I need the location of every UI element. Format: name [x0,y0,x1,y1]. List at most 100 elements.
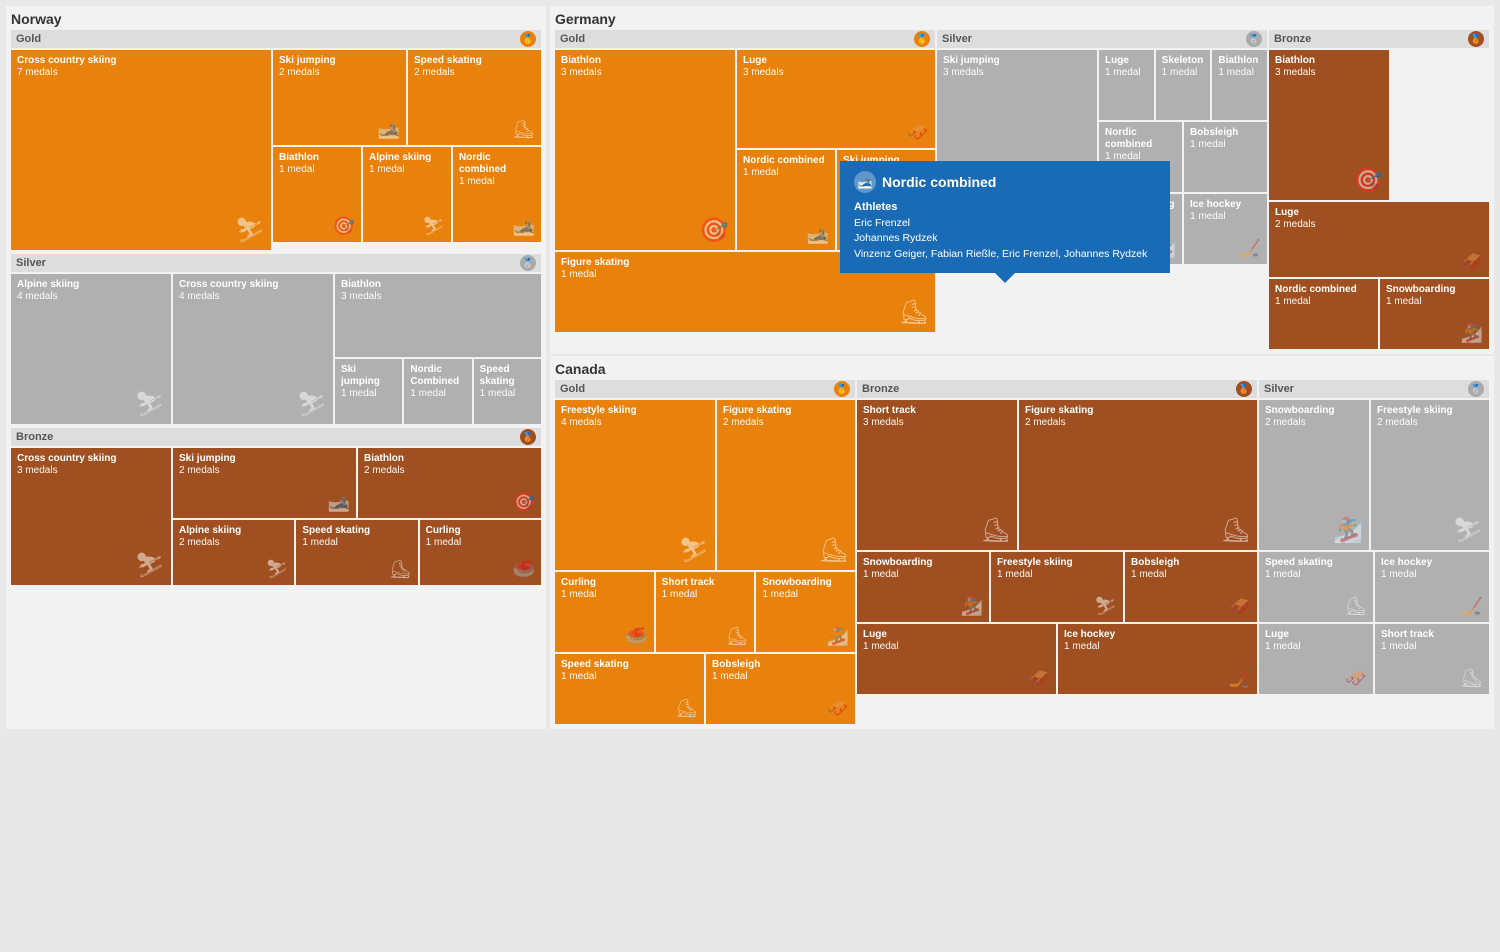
tile-ca-bronze-snowboard[interactable]: Snowboarding 1 medal 🏂 [857,552,989,622]
tile-ca-gold-short-track[interactable]: Short track 1 medal ⛸ [656,572,755,652]
ca-bronze-icon: 🥉 [1236,381,1252,397]
norway-bronze-header: Bronze 🥉 [11,428,541,446]
norway-bronze-bottom-row: Alpine skiing 2 medals ⛷ Speed skating 1… [173,520,541,585]
canada-silver-tiles: Snowboarding 2 medals 🏂 Freestyle skiing… [1259,400,1489,550]
tile-norway-silver-cross[interactable]: Cross country skiing 4 medals ⛷ [173,274,333,424]
tooltip-label: Athletes [854,199,1156,216]
tile-norway-bronze-speed[interactable]: Speed skating 1 medal ⛸ [296,520,417,585]
norway-bronze-right: Ski jumping 2 medals 🎿 Biathlon 2 medals… [173,448,541,585]
tile-de-silver-hockey[interactable]: Ice hockey 1 medal 🏒 [1184,194,1267,264]
norway-silver-right: Biathlon 3 medals Ski jumping 1 medal No… [335,274,541,424]
tooltip-athletes: Eric Frenzel Johannes Rydzek Vinzenz Gei… [854,216,1156,263]
canada-bronze-tiles: Short track 3 medals ⛸ Figure skating 2 … [857,400,1257,550]
tile-ca-gold-freestyle[interactable]: Freestyle skiing 4 medals ⛷ [555,400,715,570]
tile-norway-bronze-ski-jump[interactable]: Ski jumping 2 medals 🎿 [173,448,356,518]
norway-silver-header: Silver 🥈 [11,254,541,272]
tile-ca-silver-luge[interactable]: Luge 1 medal 🛷 [1259,624,1373,694]
tile-norway-gold-cross-country[interactable]: Cross country skiing 7 medals ⛷ [11,50,271,250]
canada-gold-section: Gold 🥇 Freestyle skiing 4 medals ⛷ Figur… [555,380,855,724]
canada-silver-bottom2: Luge 1 medal 🛷 Short track 1 medal ⛸ [1259,624,1489,694]
tile-de-gold-luge[interactable]: Luge 3 medals 🛷 [737,50,935,148]
de-bronze-icon: 🥉 [1468,31,1484,47]
ca-silver-icon: 🥈 [1468,381,1484,397]
germany-title: Germany [555,11,1489,27]
tile-de-bronze-nordic[interactable]: Nordic combined 1 medal [1269,279,1378,349]
tile-ca-bronze-freestyle[interactable]: Freestyle skiing 1 medal ⛷ [991,552,1123,622]
tile-ca-bronze-short-track[interactable]: Short track 3 medals ⛸ [857,400,1017,550]
cross-bronze-icon: ⛷ [135,551,165,580]
tile-ca-silver-snowboard[interactable]: Snowboarding 2 medals 🏂 [1259,400,1369,550]
norway-gold-top-row: Ski jumping 2 medals 🎿 Speed skating 2 m… [273,50,541,145]
tile-ca-silver-speed[interactable]: Speed skating 1 medal ⛸ [1259,552,1373,622]
cross-silver-icon: ⛷ [297,390,327,419]
tile-norway-silver-nordic[interactable]: Nordic Combined 1 medal [404,359,471,424]
tile-ca-bronze-luge[interactable]: Luge 1 medal 🛷 [857,624,1056,694]
germany-gold-header: Gold 🥇 [555,30,935,48]
tile-norway-silver-biathlon[interactable]: Biathlon 3 medals [335,274,541,357]
tile-norway-gold-biathlon[interactable]: Biathlon 1 medal 🎯 [273,147,361,242]
norway-gold-bottom-row: Biathlon 1 medal 🎯 Alpine skiing 1 medal… [273,147,541,242]
tile-ca-gold-figure[interactable]: Figure skating 2 medals ⛸ [717,400,855,570]
tile-de-silver-skeleton[interactable]: Skeleton 1 medal [1156,50,1211,120]
canada-silver-header: Silver 🥈 [1259,380,1489,398]
canada-gold-tiles: Freestyle skiing 4 medals ⛷ Figure skati… [555,400,855,570]
norway-title: Norway [11,11,541,27]
canada-title: Canada [555,361,1489,377]
tile-ca-silver-hockey[interactable]: Ice hockey 1 medal 🏒 [1375,552,1489,622]
alpine-silver-icon: ⛷ [135,390,165,419]
tile-ca-bronze-bobsleigh[interactable]: Bobsleigh 1 medal 🛷 [1125,552,1257,622]
tile-ca-silver-short-track[interactable]: Short track 1 medal ⛸ [1375,624,1489,694]
de-gold-icon: 🥇 [914,31,930,47]
tile-ca-bronze-hockey[interactable]: Ice hockey 1 medal 🏒 [1058,624,1257,694]
tile-ca-gold-curling[interactable]: Curling 1 medal 🥌 [555,572,654,652]
tile-norway-gold-speed-skating[interactable]: Speed skating 2 medals ⛸ [408,50,541,145]
de-silver-icon: 🥈 [1246,31,1262,47]
tile-norway-gold-alpine[interactable]: Alpine skiing 1 medal ⛷ [363,147,451,242]
tile-de-bronze-biathlon[interactable]: Biathlon 3 medals 🎯 [1269,50,1389,200]
tile-ca-bronze-figure[interactable]: Figure skating 2 medals ⛸ [1019,400,1257,550]
gold-medal-icon: 🥇 [520,31,536,47]
norway-bronze-tiles: Cross country skiing 3 medals ⛷ Ski jump… [11,448,541,585]
canada-silver-bottom: Speed skating 1 medal ⛸ Ice hockey 1 med… [1259,552,1489,622]
tile-norway-silver-speed[interactable]: Speed skating 1 medal [474,359,541,424]
ski-jumping-icon: 🎿 [378,119,400,140]
tile-norway-bronze-alpine[interactable]: Alpine skiing 2 medals ⛷ [173,520,294,585]
tile-ca-silver-freestyle[interactable]: Freestyle skiing 2 medals ⛷ [1371,400,1489,550]
top-row: Norway Gold 🥇 Cross country skiing 7 med… [6,6,1494,729]
tile-norway-gold-nordic-combined[interactable]: Nordic combined 1 medal 🎿 [453,147,541,242]
canada-panel: Canada Gold 🥇 Freestyle skiing 4 medals [550,356,1494,729]
silver-medal-icon: 🥈 [520,255,536,271]
tile-norway-bronze-biathlon[interactable]: Biathlon 2 medals 🎯 [358,448,541,518]
norway-gold-header: Gold 🥇 [11,30,541,48]
tooltip-sport-title: 🎿 Nordic combined [854,171,1156,193]
nordic-combined-tooltip[interactable]: 🎿 Nordic combined Athletes Eric Frenzel … [840,161,1170,273]
tile-ca-gold-snowboard[interactable]: Snowboarding 1 medal 🏂 [756,572,855,652]
tile-de-silver-luge[interactable]: Luge 1 medal [1099,50,1154,120]
tile-de-gold-nordic[interactable]: Nordic combined 1 medal 🎿 [737,150,835,250]
tile-norway-silver-ski-jump[interactable]: Ski jumping 1 medal [335,359,402,424]
tile-ca-gold-bobsleigh[interactable]: Bobsleigh 1 medal 🛷 [706,654,855,724]
tile-de-silver-biathlon[interactable]: Biathlon 1 medal [1212,50,1267,120]
tile-ca-gold-speed[interactable]: Speed skating 1 medal ⛸ [555,654,704,724]
cross-country-icon: ⛷ [235,216,265,245]
alpine-icon: ⛷ [422,216,445,237]
canada-bronze-section: Bronze 🥉 Short track 3 medals ⛸ Figure s… [857,380,1257,724]
norway-panel: Norway Gold 🥇 Cross country skiing 7 med… [6,6,546,729]
tooltip-sport-icon: 🎿 [854,171,876,193]
de-bronze-right: Luge 2 medals 🛷 Nordic combined 1 medal [1269,202,1489,349]
tile-norway-bronze-cross[interactable]: Cross country skiing 3 medals ⛷ [11,448,171,585]
canada-gold-speed-bob: Speed skating 1 medal ⛸ Bobsleigh 1 meda… [555,654,855,724]
tile-norway-gold-ski-jumping[interactable]: Ski jumping 2 medals 🎿 [273,50,406,145]
tile-de-bronze-snowboard[interactable]: Snowboarding 1 medal 🏂 [1380,279,1489,349]
tile-de-silver-bobsleigh[interactable]: Bobsleigh 1 medal [1184,122,1267,192]
norway-bronze-top-row: Ski jumping 2 medals 🎿 Biathlon 2 medals… [173,448,541,518]
norway-gold-tiles: Cross country skiing 7 medals ⛷ Ski jump… [11,50,541,250]
tile-de-gold-biathlon[interactable]: Biathlon 3 medals 🎯 [555,50,735,250]
tile-de-bronze-luge[interactable]: Luge 2 medals 🛷 [1269,202,1489,277]
tile-norway-bronze-curling[interactable]: Curling 1 medal 🥌 [420,520,541,585]
page: Norway Gold 🥇 Cross country skiing 7 med… [0,0,1500,952]
nordic-combined-icon: 🎿 [513,216,535,237]
tile-norway-silver-alpine[interactable]: Alpine skiing 4 medals ⛷ [11,274,171,424]
norway-silver: Silver 🥈 Alpine skiing 4 medals ⛷ Cross … [11,254,541,424]
canada-sections: Gold 🥇 Freestyle skiing 4 medals ⛷ Figur… [555,380,1489,724]
